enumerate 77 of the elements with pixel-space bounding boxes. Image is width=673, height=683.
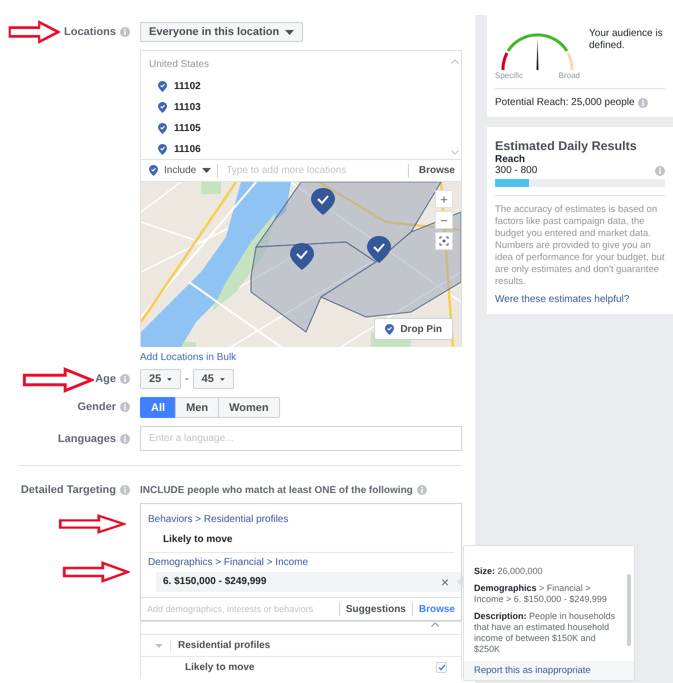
zoom-out-button[interactable]: − — [435, 211, 453, 229]
drop-pin-button[interactable]: Drop Pin — [374, 318, 453, 340]
caret-icon — [167, 376, 172, 382]
audience-dropdown[interactable]: Everyone in this location — [140, 22, 304, 42]
language-field[interactable]: Enter a language... — [140, 426, 462, 451]
gauge-label: Specific — [495, 71, 524, 80]
location-pin-icon — [385, 324, 394, 334]
category-label: Residential profiles — [178, 640, 270, 651]
age-max-dropdown[interactable]: 45 — [192, 369, 234, 389]
location-pin-icon — [149, 165, 158, 176]
targeting-item[interactable]: Likely to move — [163, 533, 461, 547]
browse-category[interactable]: Residential profiles — [141, 634, 461, 656]
outline-arrow-icon — [58, 514, 126, 534]
targeting-tab[interactable]: Browse — [418, 604, 455, 614]
instruction-text: INCLUDE people who match at least ONE of the following — [140, 484, 413, 496]
audience-size: Size: 26,000,000 — [474, 566, 544, 577]
caret-up-icon — [431, 622, 439, 627]
add-locations-link[interactable]: Add Locations in Bulk — [140, 352, 236, 363]
location-item[interactable]: 11103 — [149, 97, 201, 118]
targeting-tab[interactable]: Suggestions — [346, 604, 406, 614]
category-path: Demographics > Financial > Income > 6. $150,000 - $249,999 — [474, 583, 608, 605]
category-path: Demographics > Financial > Income — [148, 557, 310, 569]
field-label: Age — [95, 373, 116, 385]
fit-bounds-icon[interactable] — [435, 232, 453, 250]
field-label: Detailed Targeting — [20, 484, 116, 496]
field-label: Gender — [77, 401, 116, 413]
gender-option[interactable]: Men — [175, 397, 220, 418]
caret-icon — [220, 376, 225, 382]
country-heading: United States — [149, 59, 210, 70]
scrollbar[interactable] — [627, 574, 631, 646]
gauge-label: Broad — [558, 71, 580, 80]
info-icon — [120, 434, 130, 444]
location-pin-icon — [158, 102, 167, 113]
description-text: Description: People in households that have an estimated household income of between $150K and $250K — [474, 611, 616, 655]
include-dropdown[interactable]: Include — [149, 165, 212, 176]
scroll-up-icon[interactable] — [451, 59, 459, 64]
info-icon — [120, 485, 130, 495]
option-label: Likely to move — [185, 662, 254, 673]
age-min-dropdown[interactable]: 25 — [140, 369, 181, 389]
info-icon — [416, 485, 427, 495]
field-label: Languages — [58, 432, 116, 444]
location-pin-icon — [158, 123, 167, 134]
caret-icon — [202, 168, 212, 173]
location-item[interactable]: 11106 — [149, 139, 201, 160]
audience-status: Your audience is defined. — [589, 28, 664, 53]
targeting-label: 6. $150,000 - $249,999 — [163, 575, 266, 589]
info-icon — [120, 374, 130, 384]
location-item[interactable]: 11102 — [149, 76, 201, 97]
zoom-in-button[interactable]: + — [435, 190, 453, 208]
feedback-link[interactable]: Were these estimates helpful? — [495, 294, 630, 305]
field-label: Locations — [64, 26, 116, 38]
info-icon — [638, 98, 648, 108]
location-search-field[interactable]: Include Type to add more locations Browse — [140, 160, 462, 182]
remove-button[interactable]: × — [440, 572, 449, 592]
card-title: Estimated Daily Results — [495, 139, 638, 153]
gender-option[interactable]: All — [140, 397, 176, 418]
reach-range: 300 - 800 — [495, 165, 538, 176]
info-icon — [120, 27, 130, 37]
estimates-note: The accuracy of estimates is based on factors like past campaign data, the budget you entered and market data. Numbers are provided to give you an idea of performance for your budget, but are only estimates and don't guarantee results. — [495, 204, 665, 288]
potential-reach: Potential Reach: 25,000 people — [495, 97, 635, 108]
targeting-item[interactable]: 6. $150,000 - $249,999 × — [156, 572, 461, 592]
outline-arrow-icon — [62, 561, 130, 583]
browse-button[interactable]: Browse — [414, 165, 461, 176]
checkbox[interactable] — [436, 662, 447, 673]
scroll-down-icon[interactable] — [451, 150, 459, 155]
info-icon — [655, 166, 665, 176]
caret-icon — [285, 30, 294, 34]
info-icon — [120, 402, 130, 412]
outline-arrow-icon — [22, 367, 94, 393]
range-separator: - — [185, 373, 189, 385]
outline-arrow-icon — [8, 20, 60, 44]
location-pin-icon — [158, 144, 167, 155]
gender-option[interactable]: Women — [218, 397, 280, 418]
metric-label: Reach — [495, 154, 526, 165]
category-path: Behaviors > Residential profiles — [148, 514, 290, 526]
location-item[interactable]: 11105 — [149, 118, 201, 139]
location-pin-icon — [158, 81, 167, 92]
